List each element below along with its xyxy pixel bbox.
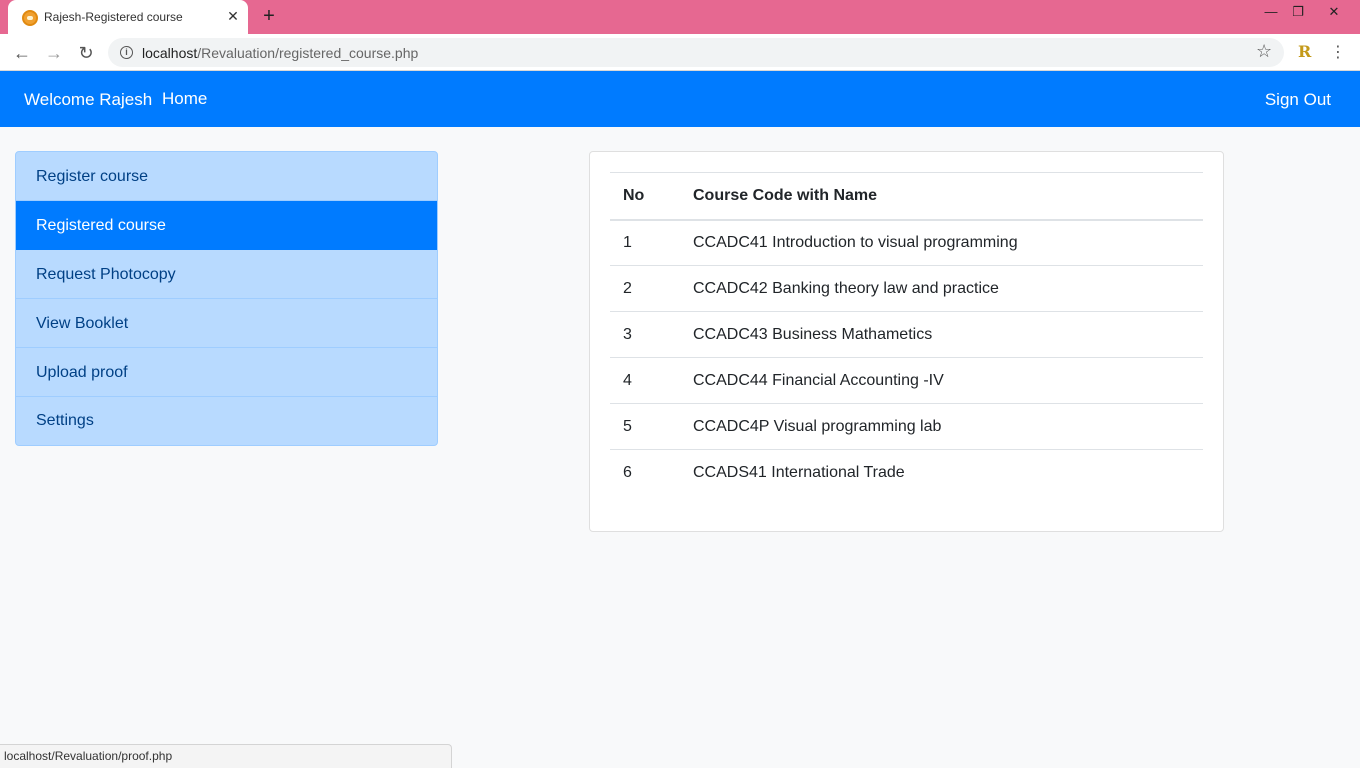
table-row: 5 CCADC4P Visual programming lab [610, 403, 1203, 450]
cell-no: 1 [623, 233, 632, 251]
nav-home-link[interactable]: Home [162, 89, 207, 109]
cell-no: 6 [610, 449, 680, 496]
back-arrow-icon[interactable]: ← [10, 41, 34, 65]
cell-no: 5 [610, 403, 680, 450]
favicon-icon [22, 10, 38, 26]
browser-toolbar: ← → ↻ i localhost/Revaluation/registered… [0, 34, 1360, 71]
window-close-icon[interactable]: ✕ [1323, 2, 1345, 22]
cell-no: 2 [610, 265, 680, 312]
registered-courses-table: No Course Code with Name 1 CCADC41 Intro… [610, 172, 1203, 496]
status-bar-url: localhost/Revaluation/proof.php [0, 744, 452, 768]
browser-tab[interactable]: Rajesh-Registered course ✕ [8, 0, 248, 34]
tab-title: Rajesh-Registered course [44, 10, 183, 24]
close-icon[interactable]: ✕ [224, 7, 242, 25]
star-icon[interactable]: ☆ [1256, 41, 1272, 62]
table-row: 2 CCADC42 Banking theory law and practic… [610, 265, 1203, 312]
browser-tabstrip: Rajesh-Registered course ✕ + — ❐ ✕ [0, 0, 1360, 34]
table-header-row: No Course Code with Name [610, 172, 1203, 221]
cell-no: 4 [610, 357, 680, 404]
table-row: 6 CCADS41 International Trade [610, 449, 1203, 496]
reload-icon[interactable]: ↻ [74, 41, 98, 65]
restore-icon[interactable]: ❐ [1287, 2, 1309, 22]
cell-course: CCADC44 Financial Accounting -IV [680, 357, 1203, 404]
forward-arrow-icon[interactable]: → [42, 41, 66, 65]
cell-no: 3 [610, 311, 680, 358]
url-text[interactable]: localhost/Revaluation/registered_course.… [142, 45, 418, 61]
table-row: 1 CCADC41 Introduction to visual program… [610, 220, 1203, 266]
cell-course: CCADC4P Visual programming lab [680, 403, 1203, 450]
sidebar-item-settings[interactable]: Settings [16, 397, 437, 445]
kebab-menu-icon[interactable]: ⋮ [1330, 42, 1346, 62]
extension-icon[interactable]: R [1298, 42, 1311, 61]
minimize-icon[interactable]: — [1260, 2, 1282, 22]
sidebar-item-upload-proof[interactable]: Upload proof [16, 348, 437, 397]
info-icon[interactable]: i [120, 46, 133, 59]
cell-course: CCADC42 Banking theory law and practice [680, 265, 1203, 312]
sign-out-link[interactable]: Sign Out [1265, 90, 1331, 110]
sidebar-item-registered-course[interactable]: Registered course [16, 201, 437, 250]
table-row: 4 CCADC44 Financial Accounting -IV [610, 357, 1203, 404]
registered-courses-card: No Course Code with Name 1 CCADC41 Intro… [589, 151, 1224, 532]
sidebar-item-register-course[interactable]: Register course [16, 152, 437, 201]
top-navbar: Welcome Rajesh Home Sign Out [0, 71, 1360, 127]
sidebar-menu: Register course Registered course Reques… [15, 151, 438, 446]
address-bar[interactable]: i localhost/Revaluation/registered_cours… [108, 38, 1284, 67]
cell-course: CCADS41 International Trade [680, 449, 1203, 496]
column-header-course: Course Code with Name [680, 172, 1203, 221]
table-row: 3 CCADC43 Business Mathametics [610, 311, 1203, 358]
url-path: /Revaluation/registered_course.php [197, 45, 419, 61]
url-host: localhost [142, 45, 198, 61]
plus-icon[interactable]: + [258, 6, 280, 28]
sidebar-item-view-booklet[interactable]: View Booklet [16, 299, 437, 348]
navbar-brand[interactable]: Welcome Rajesh [24, 90, 152, 110]
sidebar-item-request-photocopy[interactable]: Request Photocopy [16, 250, 437, 299]
cell-course: CCADC43 Business Mathametics [680, 311, 1203, 358]
cell-course: CCADC41 Introduction to visual programmi… [693, 233, 1018, 251]
column-header-no: No [610, 172, 680, 221]
